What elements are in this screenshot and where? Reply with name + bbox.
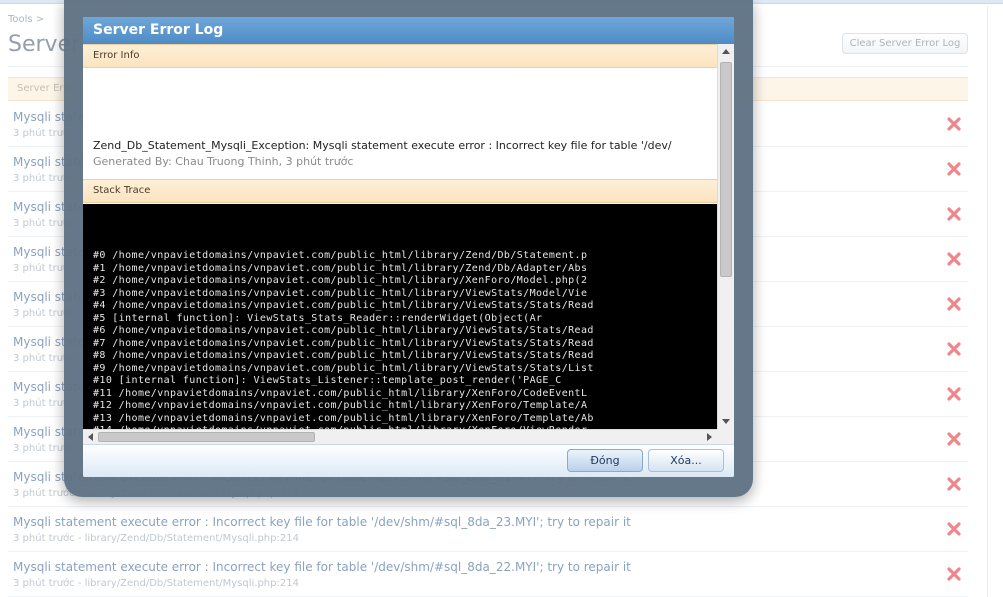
error-message: Zend_Db_Statement_Mysqli_Exception: Mysq…	[93, 139, 672, 152]
stack-trace-line: #12 /home/vnpavietdomains/vnpaviet.com/p…	[93, 400, 588, 411]
dialog-footer: Đóng Xóa...	[83, 444, 734, 477]
error-info-header: Error Info	[83, 44, 717, 68]
scroll-down-arrow-icon[interactable]	[722, 419, 730, 424]
stack-trace-line: #10 [internal function]: ViewStats_Liste…	[93, 375, 562, 386]
error-info-label: Error Info	[93, 50, 140, 61]
scrollbar-corner	[717, 429, 734, 444]
stack-trace-line: #5 [internal function]: ViewStats_Stats_…	[93, 312, 543, 324]
stack-trace-line: #0 /home/vnpavietdomains/vnpaviet.com/pu…	[93, 250, 588, 261]
dialog-content[interactable]: Error Info Zend_Db_Statement_Mysqli_Exce…	[83, 44, 734, 429]
stack-trace-line: #7 /home/vnpavietdomains/vnpaviet.com/pu…	[93, 337, 594, 349]
scroll-up-arrow-icon[interactable]	[722, 49, 730, 54]
scroll-right-arrow-icon[interactable]	[707, 433, 712, 441]
horizontal-scroll-thumb[interactable]	[98, 432, 315, 442]
stack-trace-line: #11 /home/vnpavietdomains/vnpaviet.com/p…	[93, 387, 588, 399]
vertical-scrollbar[interactable]	[717, 44, 734, 429]
stack-trace-line: #13 /home/vnpavietdomains/vnpaviet.com/p…	[93, 412, 594, 424]
horizontal-scrollbar[interactable]	[83, 429, 717, 444]
stack-trace-line: #2 /home/vnpavietdomains/vnpaviet.com/pu…	[93, 275, 588, 286]
dialog-header: Server Error Log	[83, 17, 734, 44]
vertical-scroll-thumb[interactable]	[720, 62, 732, 277]
stack-trace-line: #1 /home/vnpavietdomains/vnpaviet.com/pu…	[93, 262, 588, 274]
stack-trace-line: #3 /home/vnpavietdomains/vnpaviet.com/pu…	[93, 287, 588, 299]
stack-trace-panel: #0 /home/vnpavietdomains/vnpaviet.com/pu…	[83, 204, 717, 429]
stack-trace-line: #9 /home/vnpavietdomains/vnpaviet.com/pu…	[93, 362, 594, 374]
stack-trace-line: #6 /home/vnpavietdomains/vnpaviet.com/pu…	[93, 325, 594, 336]
stack-trace-header: Stack Trace	[83, 179, 717, 203]
stack-trace-line: #8 /home/vnpavietdomains/vnpaviet.com/pu…	[93, 350, 594, 361]
scroll-left-arrow-icon[interactable]	[88, 433, 93, 441]
dialog-title: Server Error Log	[93, 22, 224, 38]
generated-by: Generated By: Chau Truong Thinh, 3 phút …	[93, 155, 354, 168]
stack-trace-line: #4 /home/vnpavietdomains/vnpaviet.com/pu…	[93, 300, 594, 311]
server-error-log-dialog: Server Error Log Error Info Zend_Db_Stat…	[83, 17, 734, 477]
stack-trace-label: Stack Trace	[93, 185, 151, 196]
close-button[interactable]: Đóng	[567, 449, 643, 472]
delete-button[interactable]: Xóa...	[648, 449, 724, 472]
stack-trace-text: #0 /home/vnpavietdomains/vnpaviet.com/pu…	[93, 250, 594, 429]
